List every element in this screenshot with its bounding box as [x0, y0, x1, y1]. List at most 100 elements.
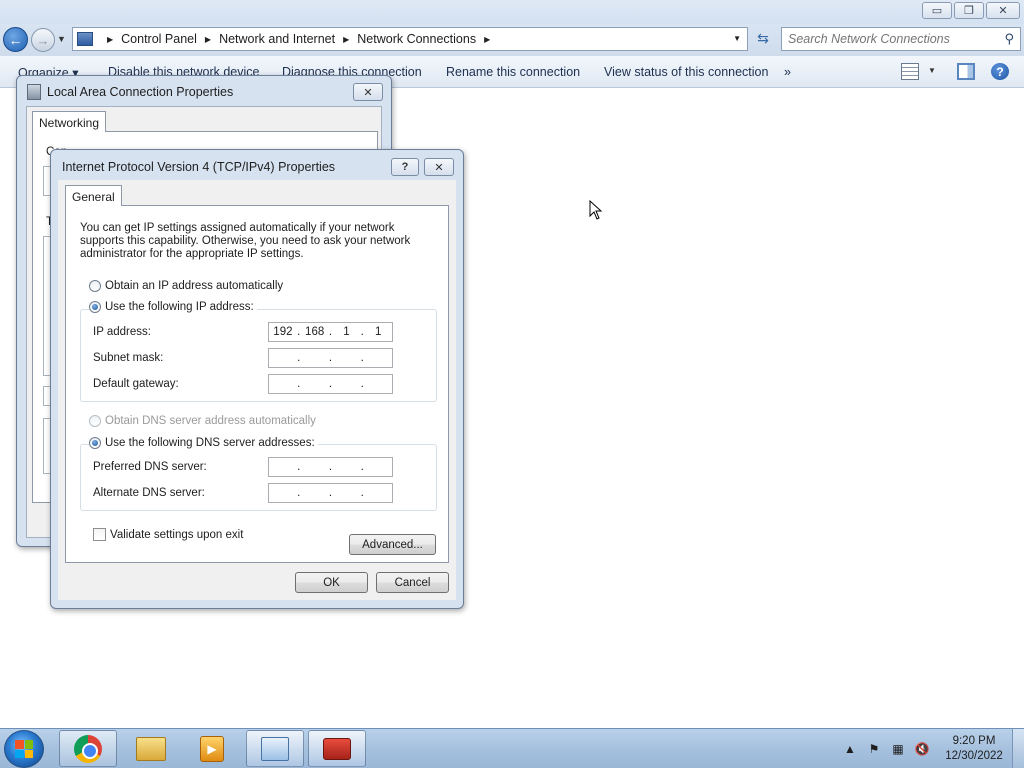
obtain-ip-auto-option[interactable]: Obtain an IP address automatically [89, 280, 283, 292]
breadcrumb: ▶ Control Panel ▶ Network and Internet ▶… [99, 32, 498, 46]
address-dropdown-icon[interactable]: ▼ [733, 34, 741, 43]
taskbar-media-player[interactable]: ▶ [183, 730, 241, 767]
help-icon[interactable]: ? [991, 63, 1009, 80]
breadcrumb-control-panel[interactable]: Control Panel [121, 32, 197, 46]
more-commands-button[interactable]: » [784, 65, 791, 79]
chrome-icon [74, 734, 102, 763]
breadcrumb-arrow-icon[interactable]: ▶ [484, 35, 490, 44]
network-status-icon[interactable]: ▦ [890, 741, 906, 757]
control-panel-icon [261, 736, 289, 761]
preview-pane-icon[interactable] [957, 63, 975, 80]
help-button[interactable]: ? [391, 158, 419, 176]
taskbar-control-panel[interactable] [246, 730, 304, 767]
ip-octet-3[interactable]: 1 [333, 326, 361, 338]
back-arrow-icon: ← [8, 31, 23, 48]
show-desktop-button[interactable] [1012, 729, 1024, 768]
question-icon: ? [401, 161, 409, 173]
breadcrumb-arrow-icon[interactable]: ▶ [205, 35, 211, 44]
mouse-cursor-icon [589, 200, 603, 220]
use-following-ip-label: Use the following IP address: [105, 301, 254, 313]
system-tray: ▲ ⚑ ▦ 🔇 [842, 729, 930, 768]
preferred-dns-label: Preferred DNS server: [93, 461, 207, 473]
use-following-dns-radio[interactable] [89, 437, 101, 449]
tab-networking[interactable]: Networking [32, 111, 107, 132]
search-input[interactable] [788, 32, 1005, 46]
lac-dialog-title: Local Area Connection Properties [47, 85, 234, 99]
breadcrumb-arrow-icon[interactable]: ▶ [343, 35, 349, 44]
use-following-ip-radio[interactable] [89, 301, 101, 313]
general-tab-panel: You can get IP settings assigned automat… [65, 205, 449, 563]
taskbar: ▶ ▲ ⚑ ▦ 🔇 9:20 PM 12/30/2022 [0, 728, 1024, 768]
use-following-ip-option[interactable]: Use the following IP address: [89, 301, 257, 313]
taskbar-chrome[interactable] [59, 730, 117, 767]
obtain-dns-auto-radio [89, 415, 101, 427]
alternate-dns-label: Alternate DNS server: [93, 487, 205, 499]
show-hidden-icons-icon[interactable]: ▲ [842, 741, 858, 757]
address-row: ← → ▼ ▶ Control Panel ▶ Network and Inte… [0, 24, 1024, 56]
restore-button[interactable]: ❐ [954, 2, 984, 19]
close-icon: ✕ [434, 161, 444, 174]
ip-address-label: IP address: [93, 326, 151, 338]
lac-close-button[interactable]: ✕ [353, 83, 383, 101]
obtain-dns-auto-label: Obtain DNS server address automatically [105, 415, 316, 427]
media-player-icon: ▶ [200, 735, 224, 762]
subnet-mask-field[interactable]: . . . [268, 348, 393, 368]
view-options-dropdown-icon[interactable]: ▼ [928, 66, 936, 75]
toolbox-icon [323, 737, 351, 760]
ip-octet-1[interactable]: 192 [269, 326, 297, 338]
start-button[interactable] [4, 730, 44, 768]
clock-date: 12/30/2022 [945, 750, 1003, 762]
advanced-button[interactable]: Advanced... [349, 534, 436, 555]
clock[interactable]: 9:20 PM 12/30/2022 [938, 734, 1010, 764]
ipv4-dialog-title: Internet Protocol Version 4 (TCP/IPv4) P… [62, 160, 336, 174]
windows-logo-icon [15, 740, 33, 758]
explorer-titlebar: ▭ ❐ ✕ [0, 0, 1024, 24]
control-panel-icon [77, 32, 93, 46]
ipv4-properties-dialog: Internet Protocol Version 4 (TCP/IPv4) P… [50, 149, 464, 609]
validate-settings-checkbox[interactable] [93, 528, 106, 541]
breadcrumb-network-and-internet[interactable]: Network and Internet [219, 32, 335, 46]
ip-octet-4[interactable]: 1 [364, 326, 392, 338]
folder-icon [136, 736, 166, 761]
taskbar-explorer[interactable] [122, 730, 180, 767]
obtain-dns-auto-option: Obtain DNS server address automatically [89, 415, 316, 427]
ip-address-field[interactable]: 192. 168. 1. 1 [268, 322, 393, 342]
rename-connection-button[interactable]: Rename this connection [446, 65, 580, 79]
close-window-button[interactable]: ✕ [986, 2, 1020, 19]
validate-settings-option[interactable]: Validate settings upon exit [93, 528, 243, 541]
breadcrumb-network-connections[interactable]: Network Connections [357, 32, 476, 46]
network-adapter-icon [27, 84, 41, 100]
tab-general[interactable]: General [65, 185, 122, 206]
breadcrumb-arrow-icon[interactable]: ▶ [107, 35, 113, 44]
taskbar-toolbox[interactable] [308, 730, 366, 767]
back-button[interactable]: ← [3, 27, 28, 52]
refresh-icon[interactable]: ⇆ [752, 30, 774, 50]
default-gateway-label: Default gateway: [93, 378, 179, 390]
ip-octet-2[interactable]: 168 [301, 326, 329, 338]
forward-button[interactable]: → [31, 28, 55, 52]
alternate-dns-field[interactable]: . . . [268, 483, 393, 503]
view-status-button[interactable]: View status of this connection [604, 65, 768, 79]
forward-arrow-icon: → [36, 32, 50, 48]
ok-button[interactable]: OK [295, 572, 368, 593]
recent-pages-dropdown[interactable]: ▼ [57, 34, 66, 44]
obtain-ip-auto-label: Obtain an IP address automatically [105, 280, 284, 292]
ip-settings-description: You can get IP settings assigned automat… [80, 222, 411, 260]
search-icon[interactable]: ⚲ [1004, 31, 1014, 47]
ipv4-close-button[interactable]: ✕ [424, 158, 454, 176]
change-view-icon[interactable] [901, 63, 919, 80]
use-following-dns-label: Use the following DNS server addresses: [105, 437, 315, 449]
cancel-button[interactable]: Cancel [376, 572, 449, 593]
minimize-button[interactable]: ▭ [922, 2, 952, 19]
obtain-ip-auto-radio[interactable] [89, 280, 101, 292]
preferred-dns-field[interactable]: . . . [268, 457, 393, 477]
address-bar[interactable]: ▶ Control Panel ▶ Network and Internet ▶… [72, 27, 748, 51]
subnet-mask-label: Subnet mask: [93, 352, 164, 364]
volume-muted-icon[interactable]: 🔇 [914, 741, 930, 757]
search-box[interactable]: ⚲ [781, 27, 1021, 51]
action-center-flag-icon[interactable]: ⚑ [866, 741, 882, 757]
clock-time: 9:20 PM [952, 735, 996, 747]
default-gateway-field[interactable]: . . . [268, 374, 393, 394]
use-following-dns-option[interactable]: Use the following DNS server addresses: [89, 437, 318, 449]
caption-buttons: ▭ ❐ ✕ [922, 2, 1020, 19]
